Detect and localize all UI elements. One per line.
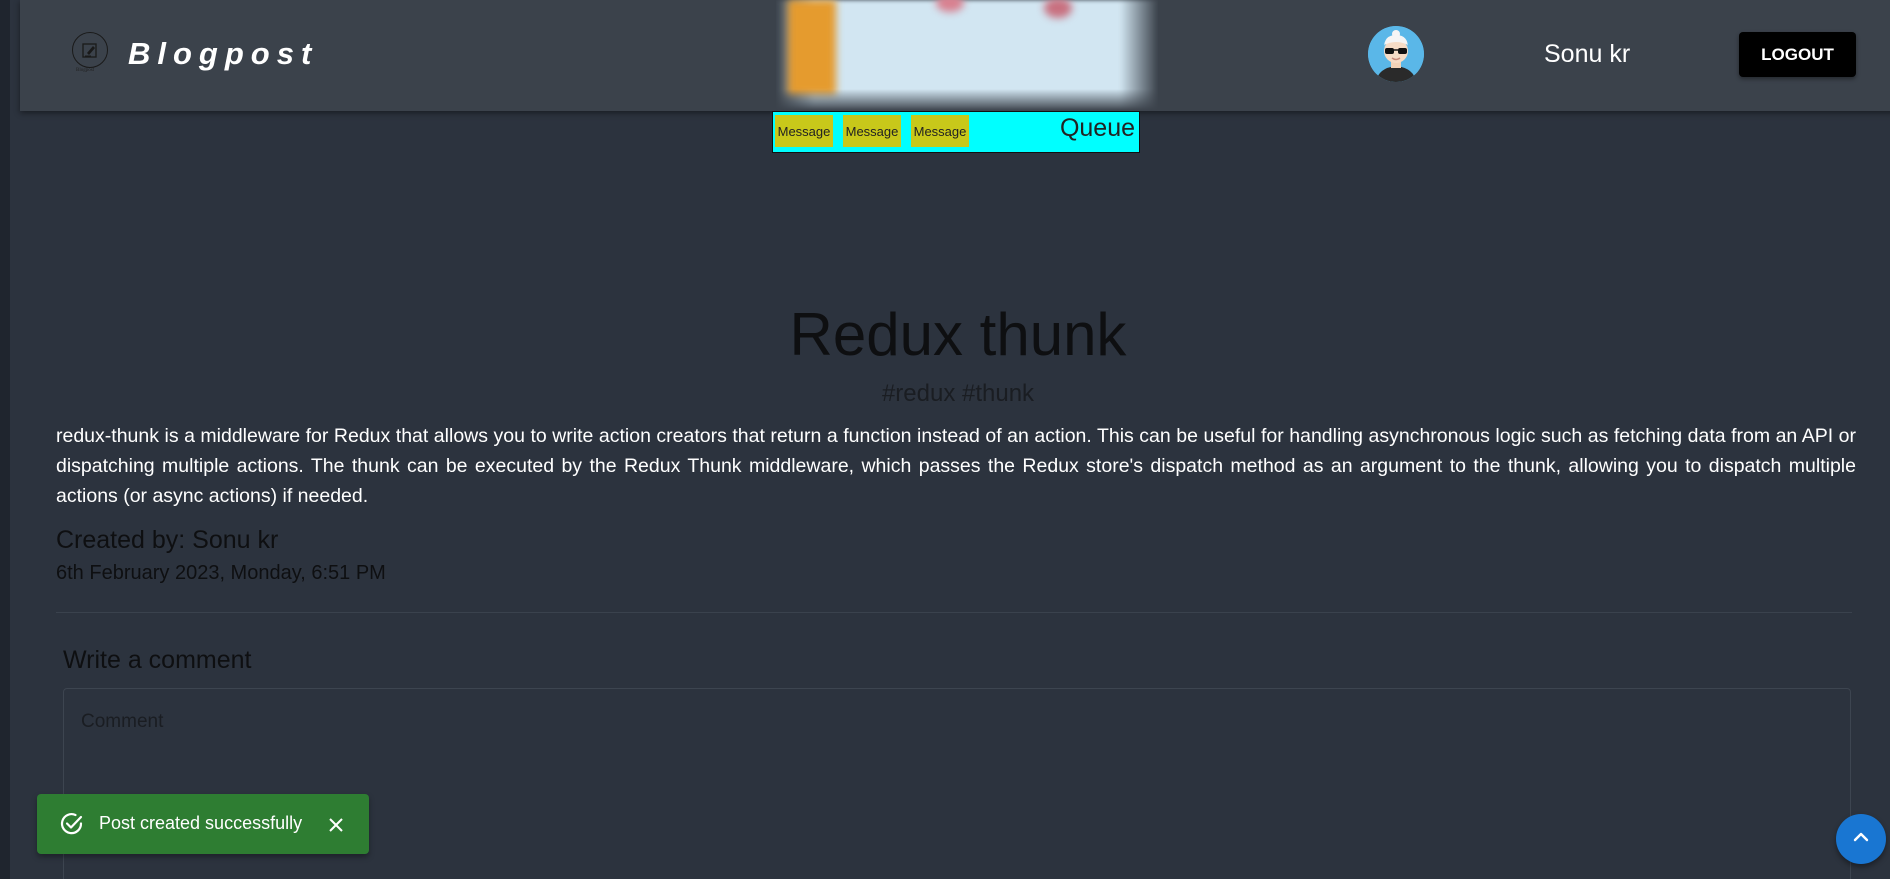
brand-name[interactable]: Blogpost [128,36,318,72]
queue-message: Message [775,115,833,147]
post-author: Created by: Sonu kr [56,526,279,554]
toast-message: Post created successfully [99,813,303,833]
queue-message: Message [843,115,901,147]
scroll-to-top-button[interactable] [1836,814,1886,864]
post-cover-image [776,0,1158,111]
queue-banner: Message Message Message Queue [772,111,1140,153]
success-toast: Post created successfully [37,794,369,854]
check-circle-icon [59,811,85,837]
app-header: Blogpost Blogpost Sonu kr LOGOUT [20,0,1890,111]
avatar[interactable] [1368,26,1424,82]
post-body: redux-thunk is a middleware for Redux th… [56,425,1856,507]
queue-message: Message [911,115,969,147]
post-title: Redux thunk [789,301,1127,368]
logo-icon[interactable] [72,32,108,68]
chevron-up-icon [1851,827,1871,852]
divider [56,612,1852,613]
queue-label: Queue [1059,114,1135,142]
comment-heading: Write a comment [63,646,252,674]
logout-button[interactable]: LOGOUT [1739,32,1856,77]
close-icon[interactable] [326,815,346,835]
post-tags: #redux #thunk [881,380,1035,407]
post-date: 6th February 2023, Monday, 6:51 PM [56,562,386,584]
user-name: Sonu kr [1544,40,1631,68]
logo-subtext: Blogpost [76,68,95,73]
